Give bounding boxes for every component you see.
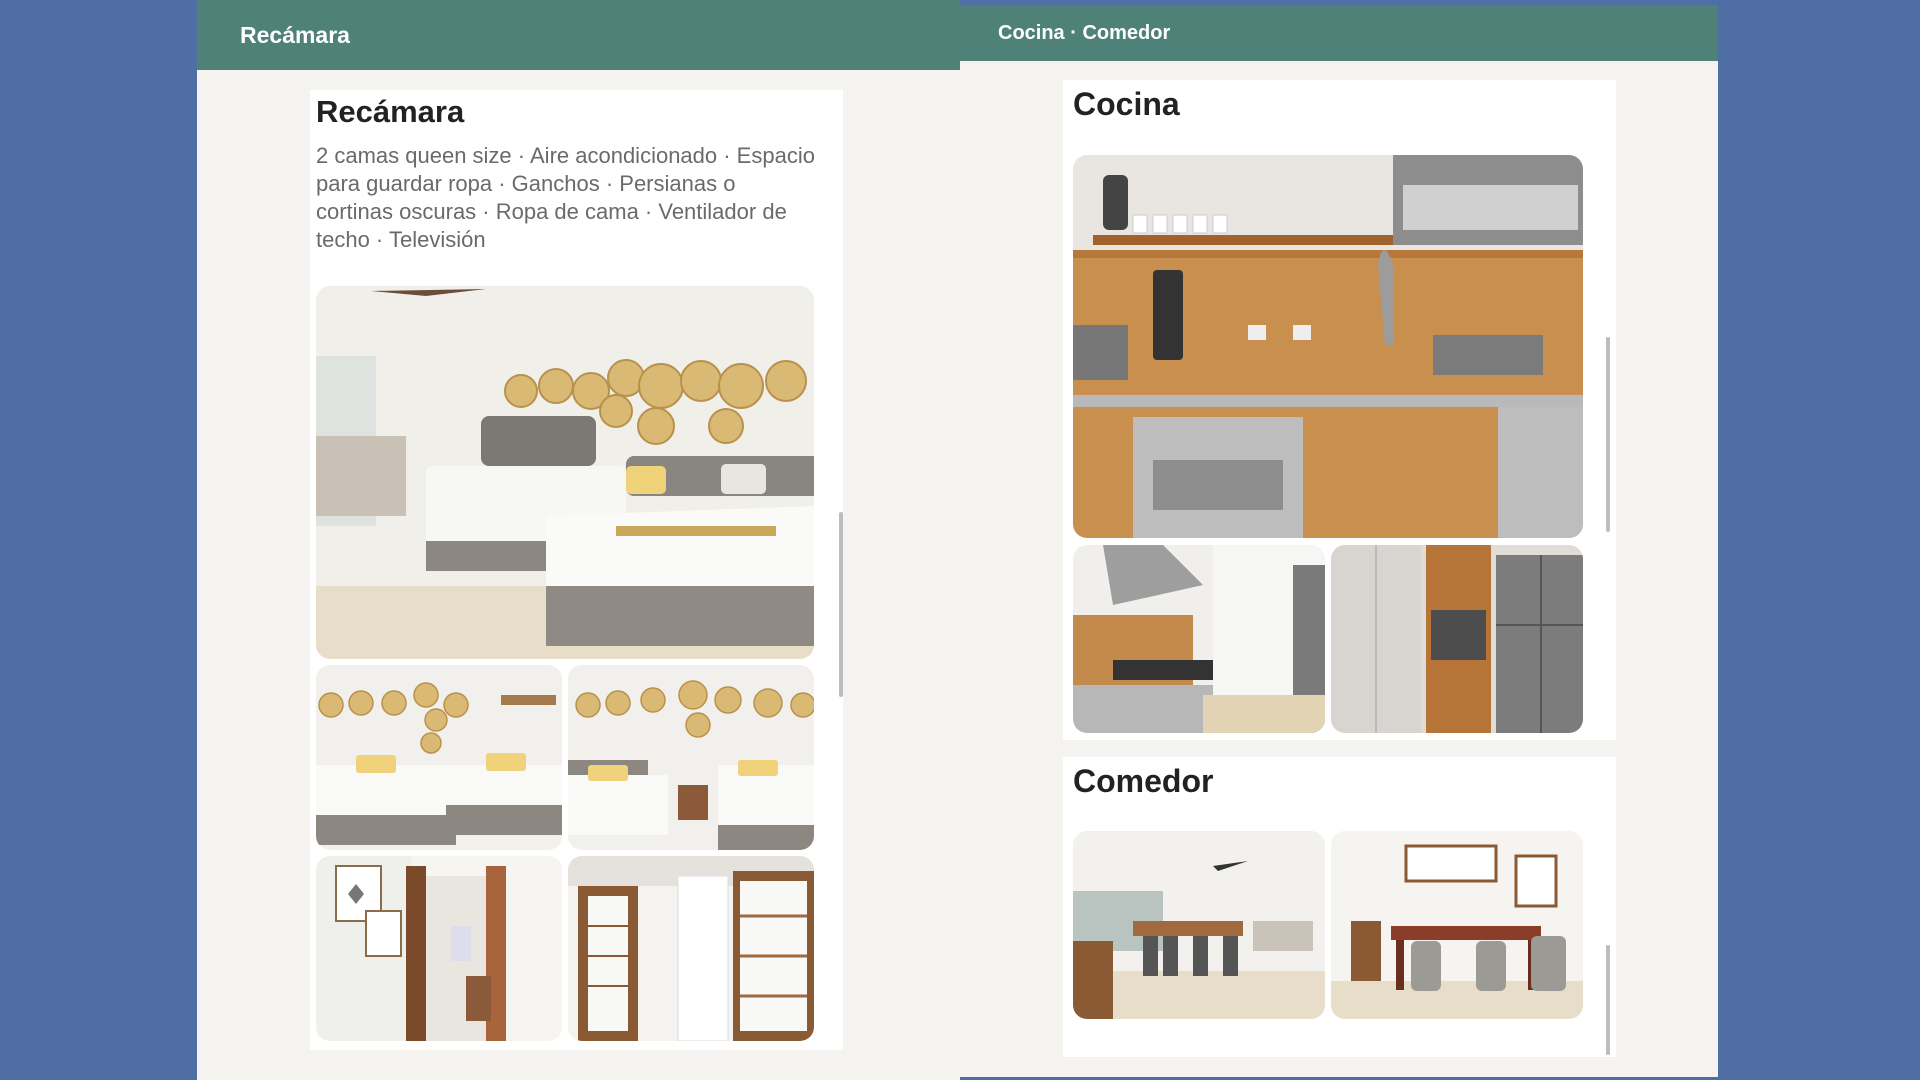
bedroom-photo-3[interactable] bbox=[568, 665, 814, 850]
bedroom-window: Recámara Recámara 2 camas queen size · A… bbox=[197, 0, 960, 1080]
window-title: Cocina · Comedor bbox=[998, 21, 1171, 44]
kitchen-photo-2[interactable] bbox=[1073, 545, 1325, 733]
bedroom-titlebar: Recámara bbox=[197, 0, 960, 70]
scrollbar-thumb[interactable] bbox=[839, 512, 843, 697]
dining-photo-2[interactable] bbox=[1331, 831, 1583, 1019]
kitchen-dining-window: Cocina · Comedor Cocina Comedor bbox=[960, 5, 1718, 1077]
kitchen-scrollbar-thumb[interactable] bbox=[1606, 337, 1610, 532]
kitchen-dining-titlebar: Cocina · Comedor bbox=[960, 5, 1718, 61]
bedroom-photo-4[interactable] bbox=[316, 856, 562, 1041]
amenities-text: 2 camas queen size · Aire acondicionado … bbox=[316, 143, 815, 252]
kitchen-photo-main[interactable] bbox=[1073, 155, 1583, 538]
kitchen-photo-3[interactable] bbox=[1331, 545, 1583, 733]
bedroom-photo-2[interactable] bbox=[316, 665, 562, 850]
bedroom-photo-5[interactable] bbox=[568, 856, 814, 1041]
bedroom-photo-main[interactable] bbox=[316, 286, 814, 659]
dining-scrollbar-thumb[interactable] bbox=[1606, 945, 1610, 1055]
section-heading: Recámara bbox=[316, 94, 465, 129]
dining-section-card: Comedor bbox=[1063, 757, 1616, 1057]
bedroom-section-card: Recámara 2 camas queen size · Aire acond… bbox=[310, 90, 843, 1050]
kitchen-section-card: Cocina bbox=[1063, 80, 1616, 740]
kitchen-heading: Cocina bbox=[1073, 86, 1180, 122]
window-title: Recámara bbox=[240, 21, 350, 48]
dining-photo-1[interactable] bbox=[1073, 831, 1325, 1019]
dining-heading: Comedor bbox=[1073, 763, 1214, 799]
